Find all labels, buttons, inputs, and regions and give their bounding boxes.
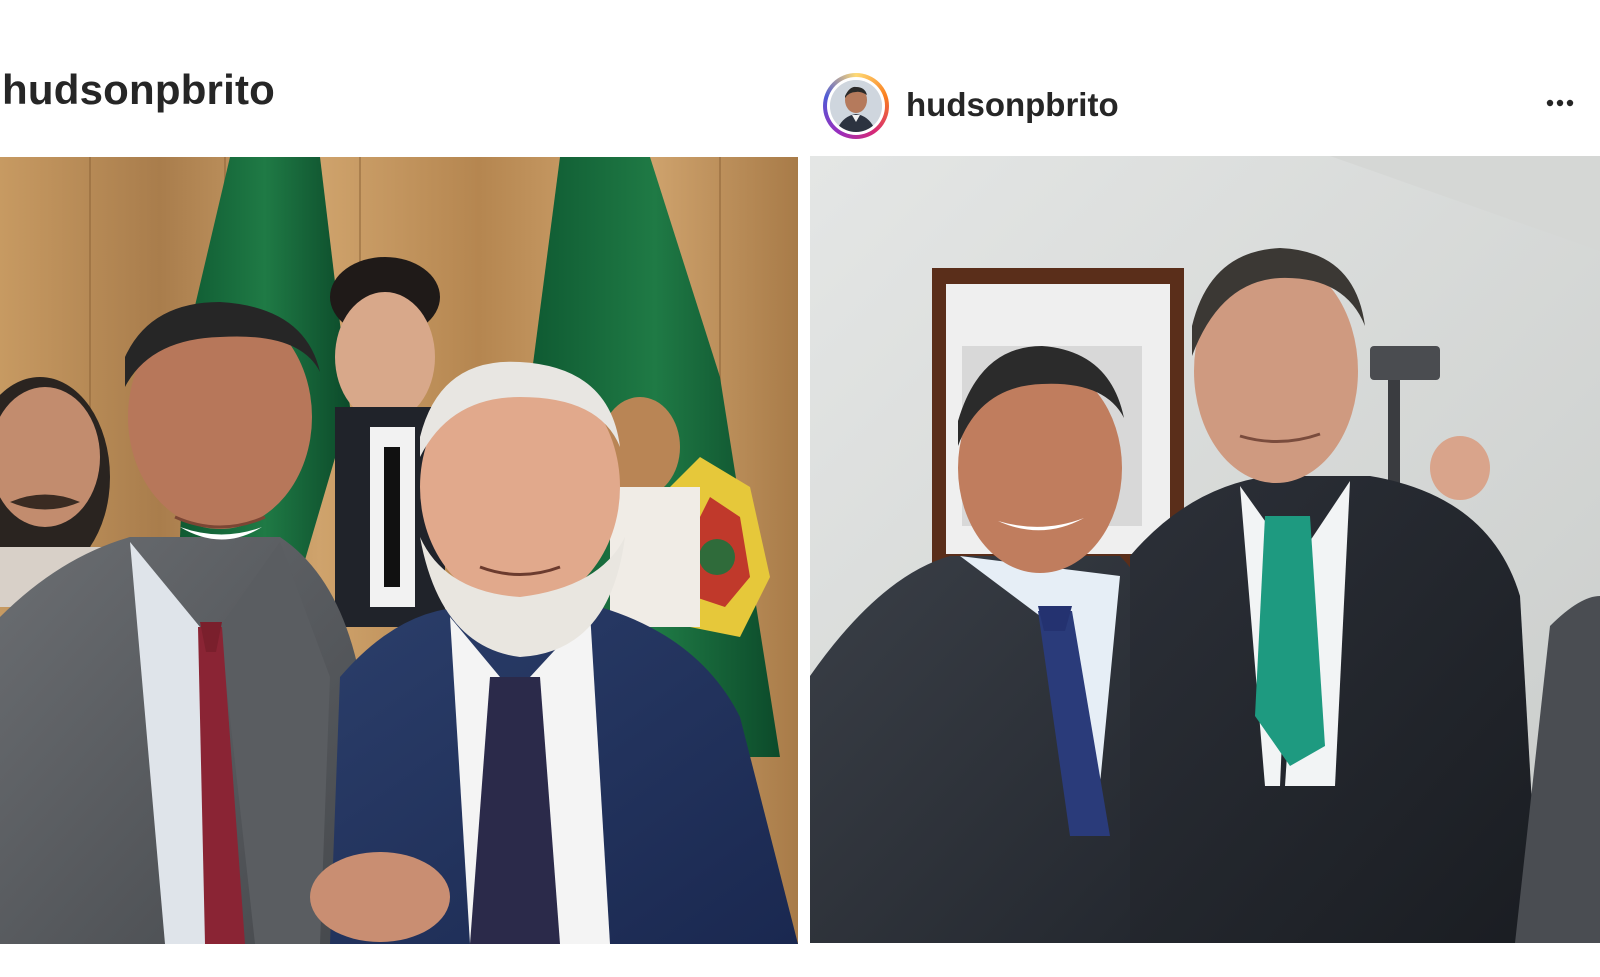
right-post-photo[interactable] xyxy=(810,156,1600,943)
left-post-username[interactable]: hudsonpbrito xyxy=(2,66,275,114)
avatar xyxy=(830,80,882,132)
avatar-border xyxy=(827,77,885,135)
story-ring[interactable] xyxy=(823,73,889,139)
right-post-username[interactable]: hudsonpbrito xyxy=(906,86,1119,124)
left-post-photo[interactable] xyxy=(0,157,798,944)
more-options-button[interactable] xyxy=(1534,84,1582,120)
right-post-header: hudsonpbrito xyxy=(810,70,1600,145)
right-post-photo-image xyxy=(810,156,1600,943)
left-post-header: hudsonpbrito xyxy=(0,60,800,120)
more-options-icon xyxy=(1546,99,1574,107)
left-post-photo-image xyxy=(0,157,798,944)
avatar-image xyxy=(830,80,882,132)
page: hudsonpbrito hudsonpbrito xyxy=(0,0,1600,977)
